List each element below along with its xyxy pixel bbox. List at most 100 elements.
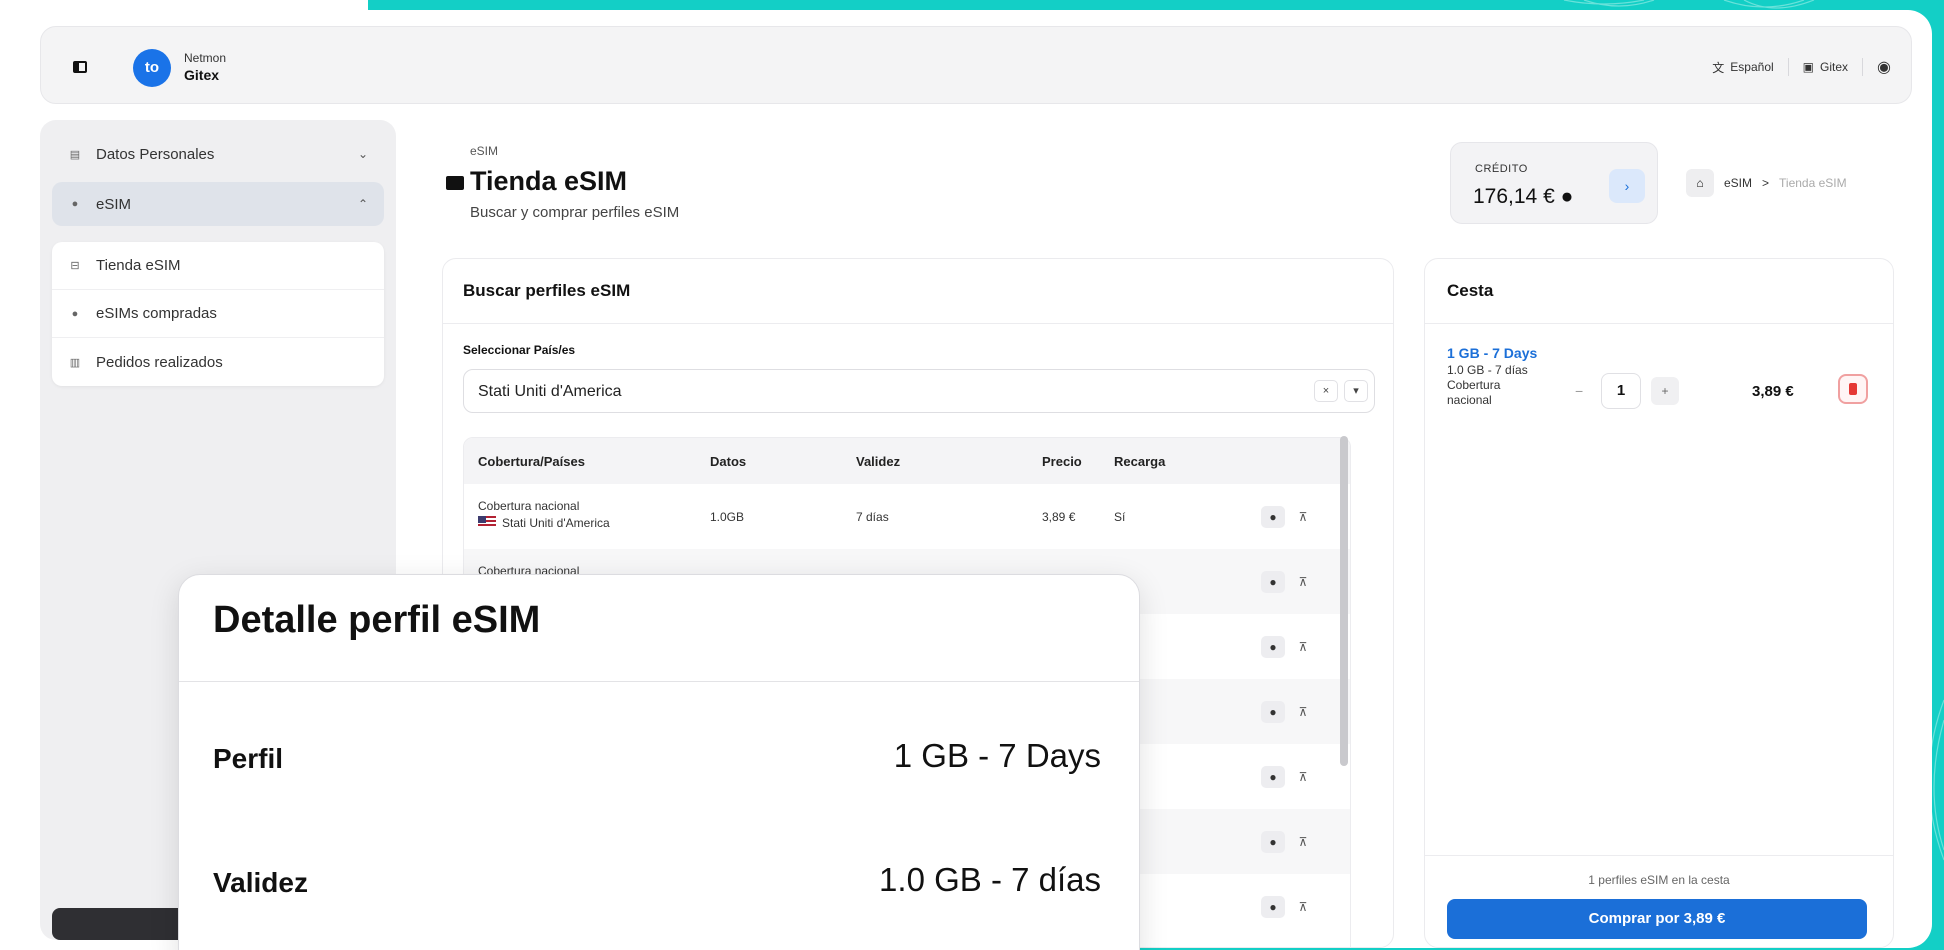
divider [1862,58,1864,76]
id-card-icon: ▤ [69,148,81,161]
credit-label: CRÉDITO [1475,163,1528,175]
user-icon[interactable]: ◉ [1877,57,1891,77]
add-to-cart-icon[interactable]: ⊼ [1291,636,1315,658]
table-scrollbar[interactable] [1340,436,1348,766]
add-to-cart-icon[interactable]: ⊼ [1291,896,1315,918]
sidebar-item-datos-personales[interactable]: ▤ Datos Personales ⌄ [52,132,384,176]
sidebar-item-label: eSIM [96,195,132,213]
top-bar: to Netmon Gitex 文 Español ▣ Gitex ◉ [40,26,1912,104]
modal-title: Detalle perfil eSIM [213,599,541,641]
org-logo: to [133,49,171,87]
eye-icon[interactable]: ● [1261,831,1285,853]
column-header: Recarga [1114,454,1166,469]
country-select-label: Seleccionar País/es [463,343,576,357]
eye-icon[interactable]: ● [1261,506,1285,528]
sidebar-item-esims-compradas[interactable]: ● eSIMs compradas [52,290,384,338]
coverage-text: Cobertura nacional [478,499,580,513]
sidebar-item-label: Datos Personales [96,145,215,163]
cart-title: Cesta [1447,281,1494,300]
home-icon[interactable]: ⌂ [1686,169,1714,197]
eye-icon[interactable]: ● [1261,636,1285,658]
decrease-quantity-button[interactable]: − [1575,383,1583,399]
dot-icon: ● [71,198,79,210]
table-header: Cobertura/Países Datos Validez Precio Re… [464,438,1350,484]
add-to-cart-icon[interactable]: ⊼ [1291,701,1315,723]
table-row[interactable]: Cobertura nacional Stati Uniti d'America… [464,484,1350,549]
country-select[interactable]: Stati Uniti d'America × ▾ [463,369,1375,413]
add-to-cart-icon[interactable]: ⊼ [1291,571,1315,593]
divider [1787,58,1789,76]
language-selector[interactable]: 文 Español [1712,59,1773,76]
add-to-cart-icon[interactable]: ⊼ [1291,831,1315,853]
column-header: Cobertura/Países [478,454,585,469]
sidebar-item-esim[interactable]: ● eSIM ⌃ [52,182,384,226]
translate-icon: 文 [1712,60,1725,75]
column-header: Validez [856,454,901,469]
folder-icon: ▣ [1802,60,1815,74]
search-card-title: Buscar perfiles eSIM [463,281,631,300]
country-cell: Stati Uniti d'America [478,515,610,532]
credit-value: 176,14 € ● [1473,185,1574,208]
credit-card: CRÉDITO 176,14 € ● › [1450,142,1658,224]
quantity-input[interactable]: 1 [1601,373,1641,409]
sidebar-item-label: Pedidos realizados [96,353,223,371]
sidebar-item-label: eSIMs compradas [96,305,217,322]
divider [1425,855,1893,856]
add-to-cart-icon[interactable]: ⊼ [1291,506,1315,528]
page-section-label: eSIM [470,144,499,158]
divider [179,681,1139,682]
cart-count: 1 perfiles eSIM en la cesta [1588,873,1730,887]
divider [1425,323,1893,324]
language-label: Español [1730,60,1774,74]
profile-value: 1 GB - 7 Days [893,737,1101,774]
cart-item-name[interactable]: 1 GB - 7 Days [1447,345,1537,361]
chevron-down-icon: ⌄ [357,147,368,161]
eye-icon[interactable]: ● [1261,701,1285,723]
org-name: Gitex [184,67,220,83]
breadcrumb-current: Tienda eSIM [1779,176,1847,190]
price-cell: 3,89 € [1042,510,1076,524]
data-cell: 1.0GB [710,510,745,524]
chevron-down-icon[interactable]: ▾ [1344,380,1368,402]
validity-label: Validez [213,867,308,898]
profile-label: Perfil [213,743,284,774]
breadcrumb-item[interactable]: eSIM [1724,176,1752,190]
receipt-icon: ▥ [69,356,81,369]
sidebar-item-label: Tienda eSIM [96,257,181,274]
buy-button[interactable]: Comprar por 3,89 € [1447,899,1867,939]
clear-selection-button[interactable]: × [1314,380,1338,402]
topbar-actions: 文 Español ▣ Gitex ◉ [1712,55,1891,79]
sidebar-item-tienda-esim[interactable]: ⊟ Tienda eSIM [52,242,384,290]
eye-icon[interactable]: ● [1261,571,1285,593]
trash-icon[interactable] [1838,374,1868,404]
credit-details-button[interactable]: › [1609,169,1645,203]
sidebar-toggle-icon[interactable] [73,61,87,73]
column-header: Precio [1042,454,1082,469]
validity-value: 1.0 GB - 7 días [879,861,1101,898]
add-to-cart-icon[interactable]: ⊼ [1291,766,1315,788]
scrollbar-thumb[interactable] [1340,436,1348,766]
sidebar-item-pedidos-realizados[interactable]: ▥ Pedidos realizados [52,338,384,386]
cart-card: Cesta 1 GB - 7 Days 1.0 GB - 7 días Cobe… [1424,258,1894,948]
profile-detail-modal: Detalle perfil eSIM Perfil 1 GB - 7 Days… [178,574,1140,950]
page-subtitle: Buscar y comprar perfiles eSIM [470,204,680,221]
breadcrumb-separator: > [1762,176,1770,190]
country-select-value: Stati Uniti d'America [478,383,622,400]
eye-icon[interactable]: ● [1261,766,1285,788]
cart-item-price: 3,89 € [1752,383,1794,400]
chevron-up-icon: ⌃ [357,197,368,211]
workspace-selector[interactable]: ▣ Gitex [1803,60,1848,74]
store-icon: ⊟ [70,260,80,272]
divider [443,323,1393,324]
org-label: Netmon [184,51,227,65]
workspace-label: Gitex [1820,60,1849,74]
us-flag-icon [478,516,496,528]
validity-cell: 7 días [856,510,889,524]
cart-item-description: 1.0 GB - 7 días Cobertura nacional [1447,363,1528,407]
store-icon [446,176,464,190]
page-title: Tienda eSIM [470,166,628,196]
eye-icon[interactable]: ● [1261,896,1285,918]
column-header: Datos [710,454,747,469]
dot-icon: ● [71,307,79,320]
increase-quantity-button[interactable]: + [1651,377,1679,405]
